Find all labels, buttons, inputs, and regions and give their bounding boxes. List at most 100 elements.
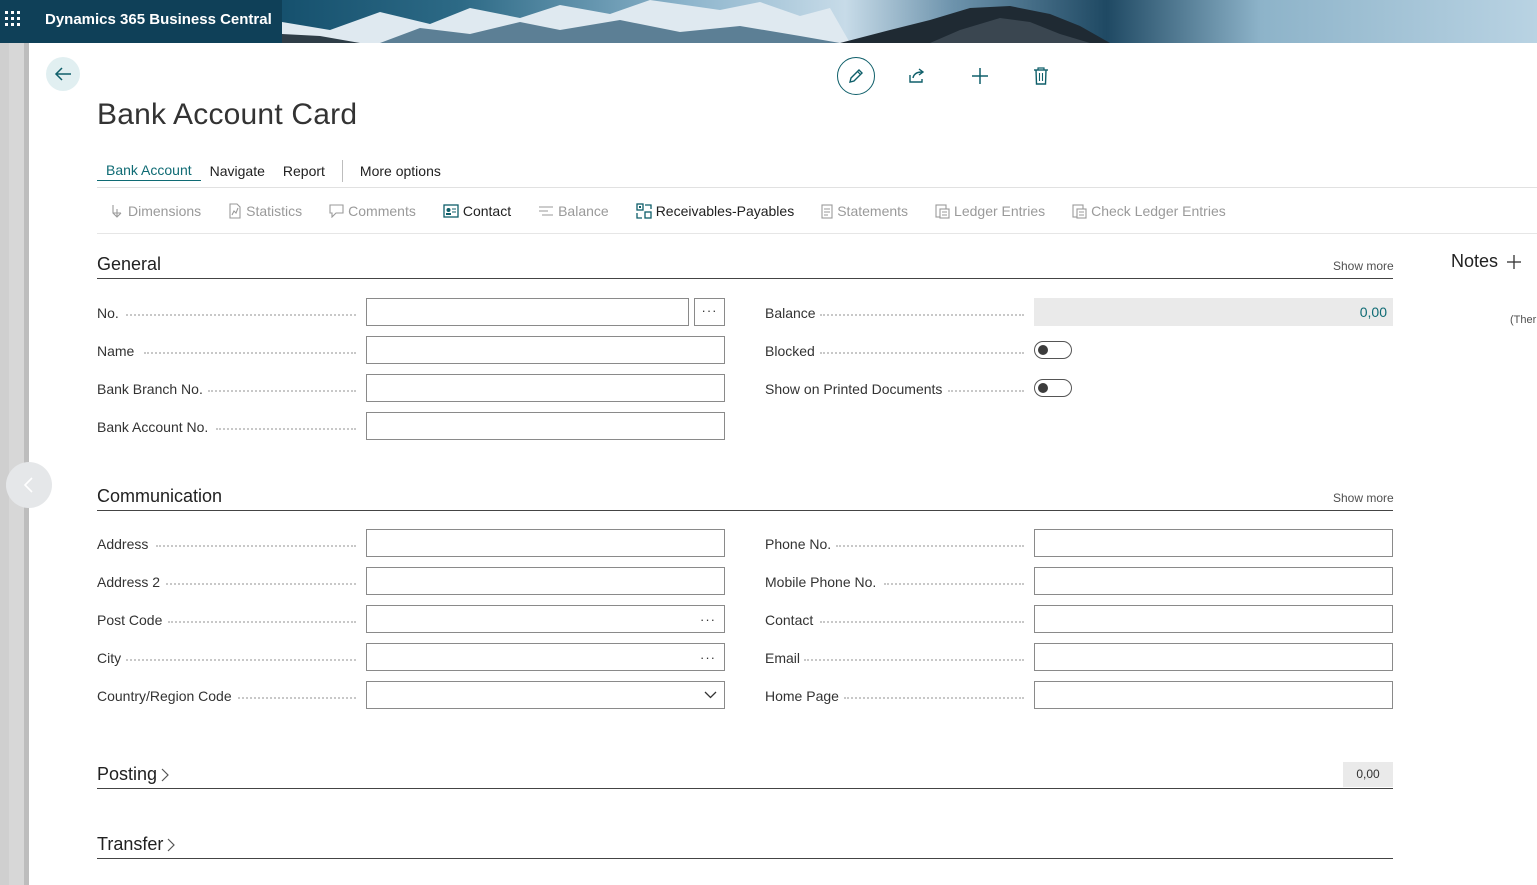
new-button[interactable] [966,62,994,90]
menu-navigate[interactable]: Navigate [201,163,274,179]
no-assist-button[interactable]: ··· [694,298,725,326]
address-2-label: Address 2 [97,574,161,590]
collapse-pane-button[interactable] [6,462,52,508]
action-ledger-entries[interactable]: Ledger Entries [935,203,1045,219]
email-dots [804,658,1024,661]
menu-more-options[interactable]: More options [351,163,450,179]
general-show-more-link[interactable]: Show more [1333,259,1394,273]
post-code-input[interactable]: ··· [366,605,725,633]
plus-icon [1507,254,1522,269]
no-label: No. [97,305,119,321]
phone-no-dots [836,544,1024,547]
blocked-toggle[interactable] [1034,341,1072,359]
menu-bank-account[interactable]: Bank Account [97,162,201,181]
app-title[interactable]: Dynamics 365 Business Central [45,11,272,28]
menu-separator [341,160,343,182]
chevron-left-icon [23,477,33,493]
blocked-dots [820,351,1024,354]
arrow-left-icon [54,67,71,81]
mobile-phone-dots [884,582,1024,585]
balance-dots [820,313,1024,316]
country-region-label: Country/Region Code [97,688,232,704]
dimensions-icon [112,205,122,218]
bank-branch-no-input[interactable] [366,374,725,402]
action-check-ledger-entries[interactable]: Check Ledger Entries [1072,203,1226,219]
general-divider [97,278,1393,279]
city-dots [126,658,356,661]
name-dots [144,351,356,354]
action-balance[interactable]: Balance [538,203,609,219]
notes-factbox-header: Notes [1451,251,1522,272]
add-note-button[interactable] [1506,254,1522,270]
action-comments[interactable]: Comments [329,203,416,219]
post-code-label: Post Code [97,612,163,628]
action-check-ledger-entries-label: Check Ledger Entries [1091,203,1226,219]
back-button[interactable] [46,57,80,91]
country-region-select[interactable] [366,681,725,709]
post-code-lookup[interactable]: ··· [700,612,716,627]
communication-divider [97,510,1393,511]
section-transfer-title[interactable]: Transfer [97,834,176,855]
no-input[interactable] [366,298,689,326]
name-label: Name [97,343,135,359]
section-communication-title[interactable]: Communication [97,486,222,507]
section-general-title[interactable]: General [97,254,161,275]
bank-account-no-label: Bank Account No. [97,419,209,435]
action-dimensions[interactable]: Dimensions [110,203,201,219]
action-dimensions-label: Dimensions [128,203,202,219]
address-label: Address [97,536,149,552]
address-input[interactable] [366,529,725,557]
posting-summary-value: 0,00 [1343,762,1393,787]
action-receivables-payables[interactable]: Receivables-Payables [636,203,795,219]
statistics-icon [229,203,241,219]
section-posting-title[interactable]: Posting [97,764,169,785]
ledger-icon [935,203,950,219]
notes-title: Notes [1451,251,1499,271]
show-printed-dots [948,389,1024,392]
communication-show-more-link[interactable]: Show more [1333,491,1394,505]
transfer-divider [97,858,1393,859]
show-printed-label: Show on Printed Documents [765,381,943,397]
home-page-input[interactable] [1034,681,1393,709]
menu-report[interactable]: Report [274,163,334,179]
mobile-phone-label: Mobile Phone No. [765,574,877,590]
delete-button[interactable] [1027,62,1055,90]
show-printed-toggle[interactable] [1034,379,1072,397]
blocked-label: Blocked [765,343,815,359]
city-label: City [97,650,122,666]
balance-value[interactable]: 0,00 [1034,298,1393,326]
email-input[interactable] [1034,643,1393,671]
action-contact[interactable]: Contact [443,203,511,219]
phone-no-input[interactable] [1034,529,1393,557]
balance-icon [539,206,554,216]
receivables-payables-icon [636,203,652,219]
action-contact-label: Contact [462,203,512,219]
transfer-title-text: Transfer [97,834,164,854]
action-receivables-payables-label: Receivables-Payables [655,203,795,219]
mobile-phone-input[interactable] [1034,567,1393,595]
bank-account-no-input[interactable] [366,412,725,440]
contact-input[interactable] [1034,605,1393,633]
app-launcher-icon[interactable] [5,11,21,27]
action-statistics-label: Statistics [246,203,303,219]
address-2-input[interactable] [366,567,725,595]
address-dots [156,544,356,547]
city-input[interactable]: ··· [366,643,725,671]
share-button[interactable] [903,62,931,90]
bank-branch-no-label: Bank Branch No. [97,381,203,397]
action-ledger-entries-label: Ledger Entries [954,203,1046,219]
city-lookup[interactable]: ··· [700,650,716,665]
action-comments-label: Comments [348,203,416,219]
post-code-dots [168,620,356,623]
action-statements[interactable]: Statements [821,203,908,219]
name-input[interactable] [366,336,725,364]
no-dots [126,313,356,316]
contact-label: Contact [765,612,814,628]
bank-account-dots [216,427,356,430]
action-statistics[interactable]: Statistics [228,203,302,219]
statements-icon [821,203,833,219]
notes-empty-text: (Ther [1510,314,1537,326]
address-2-dots [166,582,356,585]
edit-button[interactable] [837,57,875,95]
menu-bar: Bank Account Navigate Report More option… [97,160,450,182]
